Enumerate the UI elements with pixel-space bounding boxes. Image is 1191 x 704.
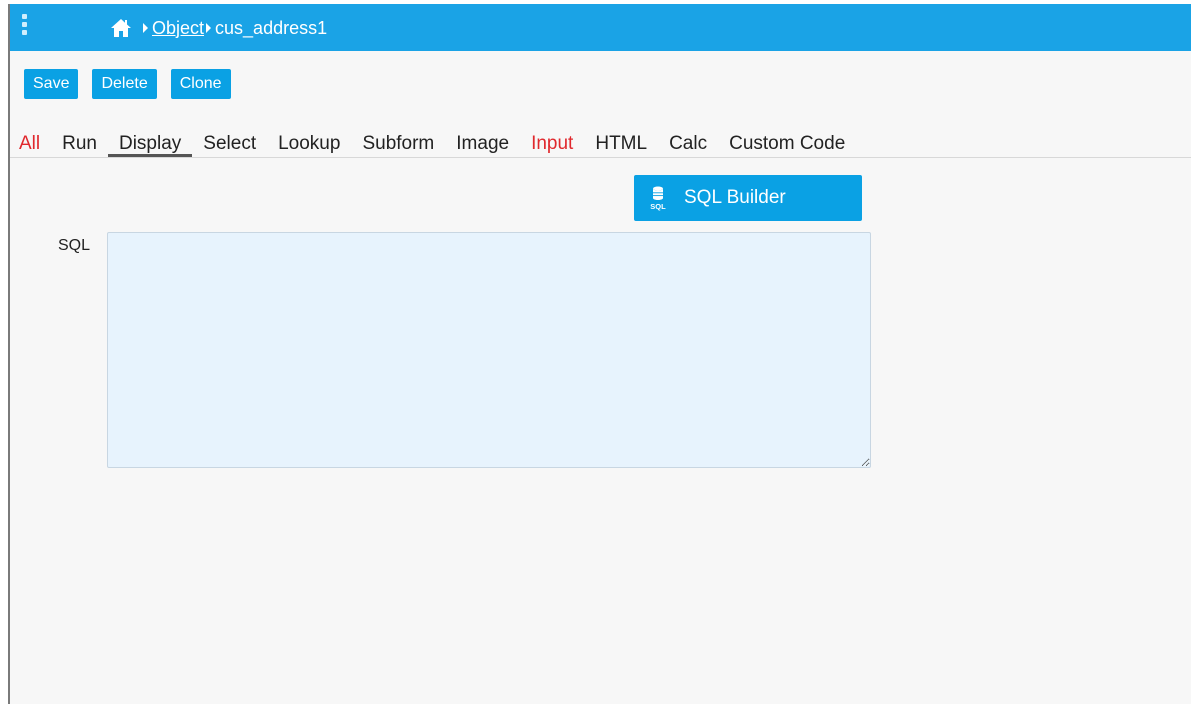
- delete-button[interactable]: Delete: [92, 69, 157, 99]
- clone-button[interactable]: Clone: [170, 69, 231, 99]
- home-icon[interactable]: [110, 18, 132, 38]
- save-button[interactable]: Save: [24, 69, 79, 99]
- tab-input[interactable]: Input: [520, 131, 584, 156]
- tab-bar: All Run Display Select Lookup Subform Im…: [10, 131, 1191, 158]
- tab-run[interactable]: Run: [51, 131, 108, 156]
- app-frame: Object cus_address1 Save Delete Clone Al…: [8, 4, 1191, 704]
- tab-all[interactable]: All: [10, 131, 51, 156]
- breadcrumb: Object cus_address1: [110, 16, 327, 40]
- sql-builder-label: SQL Builder: [684, 187, 786, 208]
- action-toolbar: Save Delete Clone: [24, 69, 231, 99]
- sql-label: SQL: [58, 237, 91, 254]
- tab-calc[interactable]: Calc: [658, 131, 718, 156]
- breadcrumb-object-link[interactable]: Object: [152, 18, 204, 39]
- breadcrumb-current: cus_address1: [215, 17, 328, 38]
- tab-select[interactable]: Select: [192, 131, 267, 156]
- svg-text:SQL: SQL: [650, 202, 666, 211]
- tab-html[interactable]: HTML: [584, 131, 658, 156]
- tab-custom-code[interactable]: Custom Code: [718, 131, 856, 156]
- database-sql-icon: SQL: [650, 186, 666, 211]
- caret-right-icon: [143, 23, 148, 33]
- top-bar: Object cus_address1: [10, 4, 1191, 51]
- sql-builder-button[interactable]: SQL SQL Builder: [634, 175, 862, 221]
- sql-textarea[interactable]: [107, 232, 871, 468]
- tab-image[interactable]: Image: [445, 131, 520, 156]
- kebab-menu-icon[interactable]: [22, 14, 28, 40]
- tab-lookup[interactable]: Lookup: [267, 131, 351, 156]
- caret-right-icon: [206, 23, 212, 33]
- tab-subform[interactable]: Subform: [351, 131, 445, 156]
- tab-display[interactable]: Display: [107, 131, 193, 157]
